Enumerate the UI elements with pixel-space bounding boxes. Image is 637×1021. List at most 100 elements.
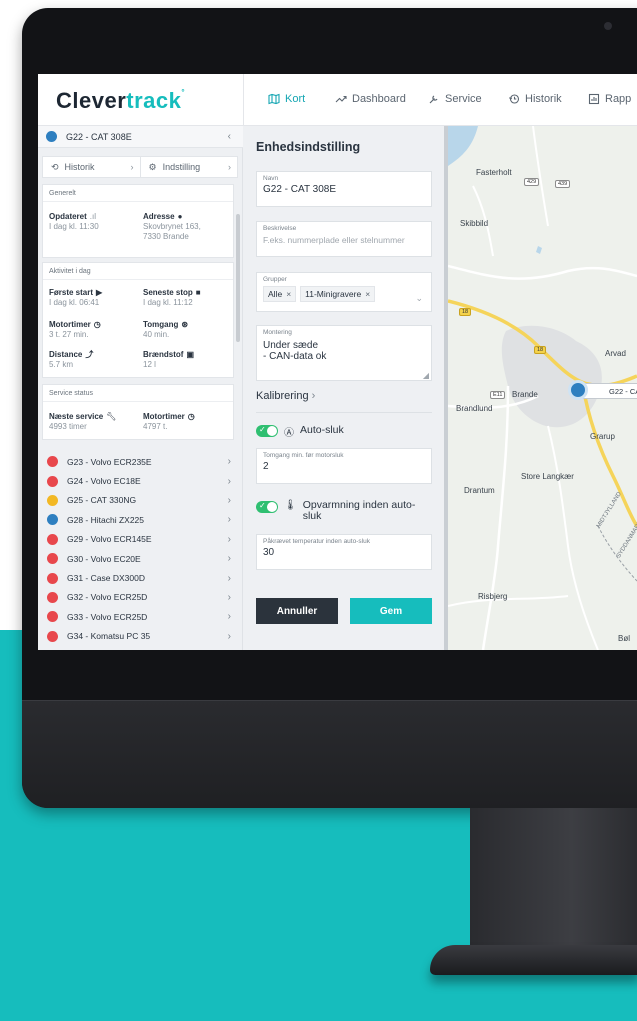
selected-device-header[interactable]: G22 - CAT 308E ‹ <box>38 126 243 148</box>
chevron-right-icon: › <box>227 475 231 487</box>
chevron-left-icon[interactable]: ‹ <box>228 131 231 142</box>
seneste-stop-value: I dag kl. 11:12 <box>143 298 193 307</box>
device-list-item[interactable]: G23 - Volvo ECR235E › <box>38 452 243 471</box>
chevron-right-icon: › <box>227 591 231 603</box>
kv-service-motortimer: Motortimer ◷ 4797 t. <box>143 412 195 432</box>
chevron-right-icon: › <box>227 630 231 642</box>
forste-start-label: Første start <box>49 288 94 297</box>
map-icon <box>268 93 280 105</box>
nav-dashboard-label: Dashboard <box>352 93 406 105</box>
tab-indstilling[interactable]: ⚙ Indstilling › <box>139 157 238 177</box>
naeste-service-value: 4993 timer <box>49 422 87 431</box>
nav-service[interactable]: Service <box>428 93 482 105</box>
device-list-item[interactable]: G31 - Case DX300D › <box>38 568 243 587</box>
montering-label: Montering <box>263 329 292 336</box>
opvarmning-toggle[interactable]: ✓ <box>256 501 278 513</box>
device-sidebar: G22 - CAT 308E ‹ ⟲ Historik › ⚙ Indstill… <box>38 126 243 650</box>
card-service-status: Service status Næste service 🔧︎ 4993 time… <box>42 384 234 440</box>
trend-icon <box>335 95 347 103</box>
tab-indstilling-label: Indstilling <box>162 162 201 172</box>
service-motortimer-value: 4797 t. <box>143 422 168 431</box>
device-name: G24 - Volvo EC18E <box>67 476 141 487</box>
kalibrering-link[interactable]: Kalibrering › <box>256 390 315 402</box>
map-label-arvad: Arvad <box>605 349 626 358</box>
map-label-brandlund: Brandlund <box>456 404 493 413</box>
device-name: G30 - Volvo EC20E <box>67 553 141 564</box>
map-view[interactable]: Fasterholt 429 439 Skibbild 18 18 Arvad … <box>448 126 637 650</box>
montering-field[interactable]: Montering Under sæde - CAN-data ok ◢ <box>256 325 432 381</box>
device-settings-panel: Enhedsindstilling Navn G22 - CAT 308E Be… <box>243 126 448 650</box>
device-list-item[interactable]: G24 - Volvo EC18E › <box>38 471 243 490</box>
navn-label: Navn <box>263 175 279 182</box>
device-name: G31 - Case DX300D <box>67 573 145 584</box>
chevron-right-icon: › <box>227 533 231 545</box>
navn-field[interactable]: Navn G22 - CAT 308E <box>256 171 432 207</box>
nav-historik[interactable]: Historik <box>508 93 562 105</box>
map-label-brande: Brande <box>512 390 538 399</box>
distance-label: Distance <box>49 350 83 359</box>
logo-text-accent: track <box>126 88 182 113</box>
nav-dashboard[interactable]: Dashboard <box>335 93 406 105</box>
nav-kort[interactable]: Kort <box>268 93 305 105</box>
device-list-item[interactable]: G33 - Volvo ECR25D › <box>38 607 243 626</box>
device-name: G33 - Volvo ECR25D <box>67 611 148 622</box>
device-list-item[interactable]: G32 - Volvo ECR25D › <box>38 588 243 607</box>
status-dot <box>47 553 58 565</box>
sidebar-scrollbar[interactable] <box>236 214 240 342</box>
idle-icon: ⊛ <box>181 320 189 329</box>
chevron-down-icon[interactable]: ⌄ <box>415 293 423 304</box>
wrench-icon <box>429 95 438 104</box>
device-name: G23 - Volvo ECR235E <box>67 456 152 467</box>
beskrivelse-label: Beskrivelse <box>263 225 297 232</box>
remove-icon[interactable]: × <box>286 289 291 299</box>
group-chip-alle[interactable]: Alle × <box>263 286 297 302</box>
save-button[interactable]: Gem <box>350 598 432 624</box>
grupper-field[interactable]: Grupper Alle × 11-Minigravere × ⌄ <box>256 272 432 312</box>
beskrivelse-field[interactable]: Beskrivelse F.eks. nummerplade eller ste… <box>256 221 432 257</box>
resize-handle-icon[interactable]: ◢ <box>423 371 429 380</box>
temperatur-label: Påkrævet temperatur inden auto-sluk <box>263 538 370 545</box>
play-icon: ▶ <box>96 288 103 297</box>
clevertrack-logo[interactable]: Clevertrack° <box>56 88 185 114</box>
divider <box>256 412 432 413</box>
map-label-store-langkaer: Store Langkær <box>521 472 574 481</box>
location-icon: ● <box>177 212 183 221</box>
device-list-item[interactable]: G29 - Volvo ECR145E › <box>38 530 243 549</box>
temperatur-field[interactable]: Påkrævet temperatur inden auto-sluk 30 <box>256 534 432 570</box>
status-dot <box>47 475 58 487</box>
signal-icon: .ıl <box>89 212 97 221</box>
chevron-right-icon: › <box>227 514 231 526</box>
status-dot <box>47 630 58 642</box>
nav-rapporter-label: Rapp <box>605 93 632 105</box>
group-chip-minigravere[interactable]: 11-Minigravere × <box>300 286 376 302</box>
device-list-item[interactable]: G30 - Volvo EC20E › <box>38 549 243 568</box>
nav-service-label: Service <box>445 93 482 105</box>
tab-historik[interactable]: ⟲ Historik › <box>43 157 140 177</box>
service-motortimer-label: Motortimer <box>143 412 185 421</box>
chevron-right-icon: › <box>227 572 231 584</box>
chevron-right-icon: › <box>228 162 231 172</box>
kv-braendstof: Brændstof ▣ 12 l <box>143 350 194 370</box>
tomgang-field[interactable]: Tomgang min. før motorsluk 2 <box>256 448 432 484</box>
cancel-button[interactable]: Annuller <box>256 598 338 624</box>
distance-value: 5.7 km <box>49 360 74 369</box>
kalibrering-label: Kalibrering <box>256 390 309 402</box>
remove-icon[interactable]: × <box>365 289 370 299</box>
device-list-item[interactable]: G28 - Hitachi ZX225 › <box>38 510 243 529</box>
device-list-item[interactable]: G25 - CAT 330NG › <box>38 491 243 510</box>
monitor-camera <box>604 22 612 30</box>
sidebar-tabs: ⟲ Historik › ⚙ Indstilling › <box>42 156 238 178</box>
status-dot <box>47 514 58 526</box>
forste-start-value: I dag kl. 06:41 <box>49 298 100 307</box>
autosluk-toggle[interactable]: ✓ <box>256 425 278 437</box>
naeste-service-label: Næste service <box>49 412 104 421</box>
device-list-item[interactable]: G34 - Komatsu PC 35 › <box>38 627 243 646</box>
card-title-generelt: Generelt <box>43 185 233 202</box>
nav-rapporter[interactable]: Rapp <box>588 93 631 105</box>
device-marker[interactable] <box>568 380 588 400</box>
logo-divider <box>243 74 244 126</box>
road-shield: 18 <box>459 308 472 316</box>
status-dot <box>47 572 58 584</box>
tomgang-label: Tomgang <box>143 320 179 329</box>
chip-minigravere-label: 11-Minigravere <box>305 289 362 299</box>
